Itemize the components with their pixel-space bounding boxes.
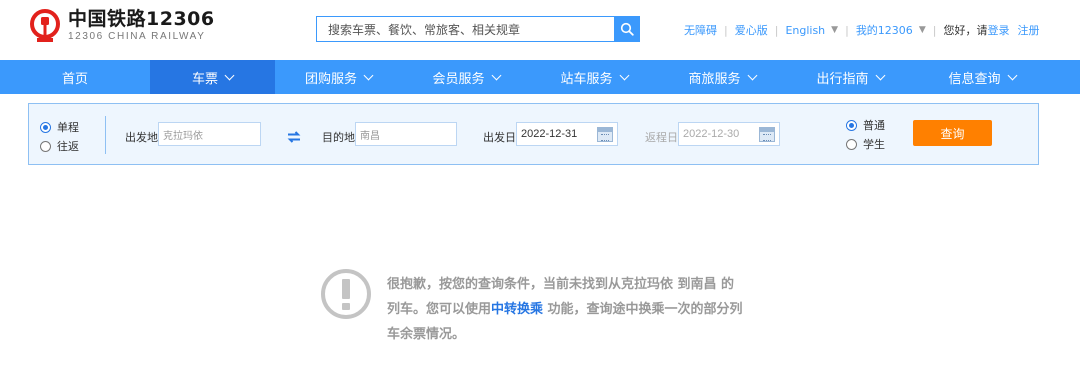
student-ticket-radio[interactable]: 学生 [846, 136, 885, 152]
chevron-down-icon [224, 70, 235, 80]
nav-item-label: 车票 [191, 71, 218, 87]
accessibility-link[interactable]: 无障碍 [684, 22, 717, 38]
nav-item-member[interactable]: 会员服务 [402, 60, 530, 94]
chevron-down-icon [363, 70, 374, 80]
site-logo[interactable]: 中国铁路12306 12306 CHINA RAILWAY [28, 8, 215, 43]
nav-item-label: 首页 [61, 71, 88, 87]
radio-button[interactable] [846, 138, 857, 150]
warning-icon [321, 269, 371, 319]
link-divider: | [774, 23, 779, 37]
my-12306-link[interactable]: 我的12306 [856, 22, 913, 38]
link-divider: | [932, 23, 937, 37]
chevron-down-icon[interactable]: ▼ [831, 25, 838, 35]
no-results-message: 很抱歉，按您的查询条件，当前未找到从克拉玛依 到南昌 的列车。您可以使用中转换乘… [387, 272, 747, 347]
transfer-link[interactable]: 中转换乘 [491, 302, 543, 317]
site-search-input[interactable]: 搜索车票、餐饮、常旅客、相关规章 [316, 16, 616, 42]
chevron-down-icon [619, 70, 629, 80]
chevron-down-icon [875, 70, 885, 80]
normal-ticket-radio[interactable]: 普通 [846, 117, 885, 133]
nav-item-station[interactable]: 站车服务 [530, 60, 658, 94]
nav-item-home[interactable]: 首页 [0, 60, 150, 94]
divider [105, 116, 106, 154]
one-way-radio[interactable]: 单程 [40, 119, 79, 135]
normal-ticket-label: 普通 [863, 119, 885, 132]
query-button-label: 查询 [940, 126, 965, 141]
register-link[interactable]: 注册 [1017, 22, 1039, 38]
nav-item-label: 出行指南 [816, 71, 869, 87]
student-ticket-label: 学生 [863, 138, 885, 151]
from-station-input[interactable]: 克拉玛依 [158, 122, 261, 146]
nav-item-label: 商旅服务 [688, 71, 741, 87]
login-link[interactable]: 登录 [987, 22, 1009, 38]
search-icon [620, 22, 634, 36]
care-mode-link[interactable]: 爱心版 [735, 22, 768, 38]
depart-date-value: 2022-12-31 [521, 128, 578, 140]
return-date-label: 返程日 [645, 131, 678, 144]
railway-logo-icon [30, 8, 60, 42]
chevron-down-icon[interactable]: ▼ [919, 25, 926, 35]
one-way-label: 单程 [57, 121, 79, 134]
nav-item-label: 信息查询 [948, 71, 1001, 87]
nav-item-group[interactable]: 团购服务 [275, 60, 402, 94]
depart-date-input[interactable]: 2022-12-31 [516, 122, 618, 146]
from-station-value: 克拉玛依 [163, 130, 203, 142]
nav-item-business[interactable]: 商旅服务 [658, 60, 786, 94]
calendar-icon[interactable] [597, 127, 613, 142]
calendar-icon[interactable] [759, 127, 775, 142]
radio-button[interactable] [40, 140, 51, 152]
to-station-value: 南昌 [360, 130, 380, 142]
radio-button[interactable] [846, 119, 857, 131]
to-station-input[interactable]: 南昌 [355, 122, 457, 146]
link-divider: | [724, 23, 728, 37]
nav-item-tickets[interactable]: 车票 [150, 60, 275, 94]
nav-item-guide[interactable]: 出行指南 [786, 60, 914, 94]
chevron-down-icon [747, 70, 757, 80]
link-divider: | [845, 23, 849, 37]
chevron-down-icon [491, 70, 501, 80]
nav-item-info[interactable]: 信息查询 [914, 60, 1050, 94]
greeting-text: 您好，请 [943, 24, 988, 37]
search-placeholder: 搜索车票、餐饮、常旅客、相关规章 [328, 22, 521, 37]
chevron-down-icon [1007, 70, 1017, 80]
language-link[interactable]: English [785, 24, 825, 37]
top-links: 无障碍 | 爱心版 | English ▼ | 我的12306 ▼ | 您好，请… [684, 22, 1039, 38]
to-label: 目的地 [322, 131, 355, 144]
nav-item-label: 站车服务 [560, 71, 613, 87]
nav-item-label: 会员服务 [432, 71, 485, 87]
return-date-input[interactable]: 2022-12-30 [678, 122, 780, 146]
logo-title: 中国铁路12306 [68, 8, 215, 30]
from-label: 出发地 [125, 131, 158, 144]
swap-stations-icon[interactable] [287, 131, 301, 143]
depart-date-label: 出发日 [483, 131, 516, 144]
logo-subtitle: 12306 CHINA RAILWAY [68, 31, 206, 42]
round-trip-label: 往返 [57, 140, 79, 153]
return-date-value: 2022-12-30 [683, 128, 740, 140]
main-nav: 首页 车票 团购服务 会员服务 站车服务 商旅服务 出行指南 信息查询 [0, 60, 1080, 94]
round-trip-radio[interactable]: 往返 [40, 138, 79, 154]
site-header: 中国铁路12306 12306 CHINA RAILWAY 搜索车票、餐饮、常旅… [0, 0, 1080, 60]
ticket-query-panel: 单程 往返 出发地 克拉玛依 目的地 南昌 出发日 2022-12-31 返程日… [28, 103, 1039, 165]
nav-item-label: 团购服务 [304, 71, 357, 87]
radio-button[interactable] [40, 121, 51, 133]
search-button[interactable] [614, 16, 640, 42]
query-button[interactable]: 查询 [913, 120, 992, 146]
